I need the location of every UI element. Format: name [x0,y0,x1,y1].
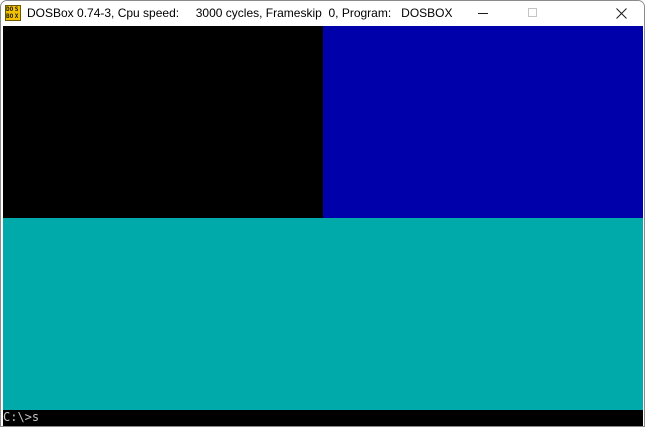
blue-block [323,26,643,218]
maximize-icon [528,8,537,17]
window-title: DOSBox 0.74-3, Cpu speed: 3000 cycles, F… [27,6,453,20]
close-icon [616,8,627,19]
icon-letter: X [13,13,20,20]
command-prompt[interactable]: C:\>s [3,410,643,426]
dosbox-icon[interactable]: DO S BO X [5,5,21,21]
black-block [3,26,323,218]
maximize-button[interactable] [506,1,552,25]
close-button[interactable] [598,1,644,25]
dos-screen[interactable]: C:\>s [3,26,643,426]
title-bar[interactable]: DO S BO X DOSBox 0.74-3, Cpu speed: 3000… [1,1,644,25]
dosbox-window: DO S BO X DOSBox 0.74-3, Cpu speed: 3000… [0,0,645,427]
cyan-block [3,218,643,410]
icon-letter: DO [6,6,14,13]
minimize-icon [478,13,488,14]
icon-letter: BO [6,13,14,20]
minimize-button[interactable] [460,1,506,25]
icon-letter: S [13,6,20,13]
